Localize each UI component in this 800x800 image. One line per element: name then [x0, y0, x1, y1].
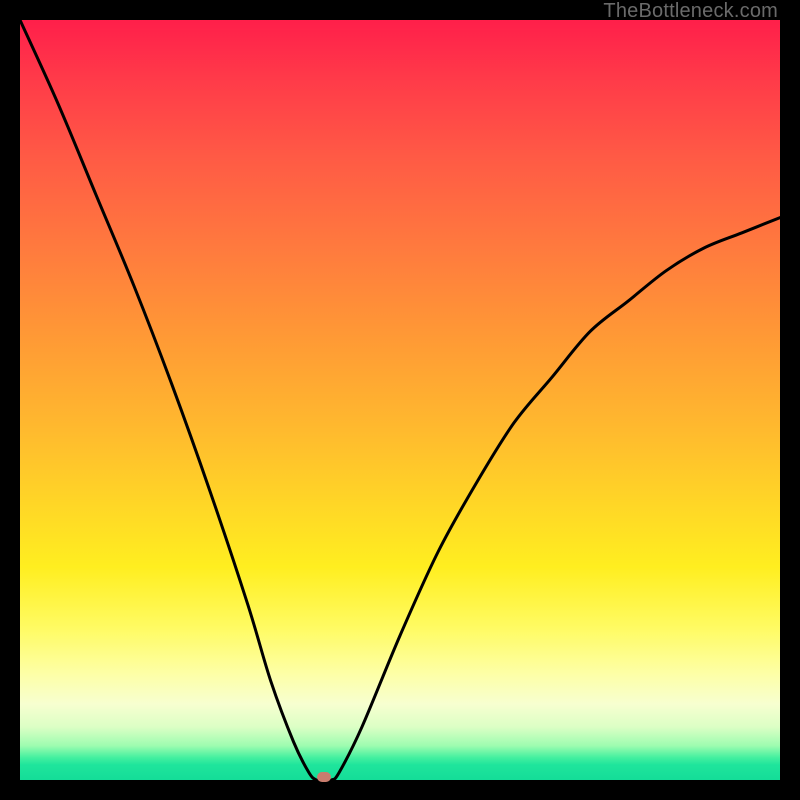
- chart-stage: TheBottleneck.com: [0, 0, 800, 800]
- plot-area: [20, 20, 780, 780]
- bottleneck-curve: [20, 20, 780, 780]
- curve-line: [20, 20, 780, 780]
- optimal-point-marker: [317, 772, 331, 782]
